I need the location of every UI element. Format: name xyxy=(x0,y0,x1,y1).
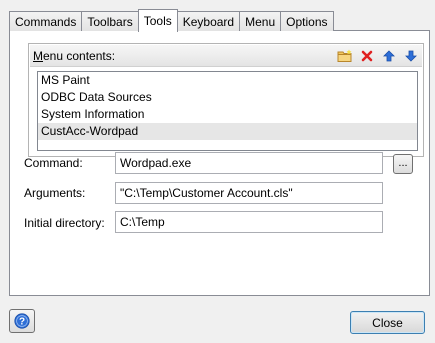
delete-icon xyxy=(361,50,373,61)
tab-options[interactable]: Options xyxy=(280,11,334,31)
new-folder-icon xyxy=(337,49,352,62)
move-up-icon xyxy=(383,49,395,61)
menu-contents-header: Menu contents: xyxy=(30,45,422,67)
list-item[interactable]: ODBC Data Sources xyxy=(38,89,417,106)
tab-tools[interactable]: Tools xyxy=(137,9,178,32)
browse-button[interactable]: ... xyxy=(393,154,413,174)
initial-directory-label: Initial directory: xyxy=(24,216,105,230)
arguments-field[interactable]: "C:\Temp\Customer Account.cls" xyxy=(115,182,383,204)
move-down-icon xyxy=(405,50,417,62)
delete-button[interactable] xyxy=(356,46,378,66)
command-field[interactable]: Wordpad.exe xyxy=(115,152,383,174)
initial-directory-field[interactable]: C:\Temp xyxy=(115,211,383,233)
svg-text:?: ? xyxy=(19,317,25,328)
list-item-selected[interactable]: CustAcc-Wordpad xyxy=(38,123,417,140)
move-down-button[interactable] xyxy=(400,46,422,66)
tab-toolbars[interactable]: Toolbars xyxy=(81,11,139,31)
menu-contents-title: Menu contents: xyxy=(33,48,116,63)
menu-contents-list[interactable]: MS Paint ODBC Data Sources System Inform… xyxy=(37,71,418,151)
help-button[interactable]: ? xyxy=(9,309,35,333)
command-label: Command: xyxy=(24,156,83,170)
arguments-label: Arguments: xyxy=(24,186,86,200)
tools-tab-panel: Menu contents: MS Paint ODBC Data Source… xyxy=(9,30,430,296)
list-item[interactable]: MS Paint xyxy=(38,72,417,89)
tab-keyboard[interactable]: Keyboard xyxy=(176,11,241,31)
tab-strip: Commands Toolbars Tools Keyboard Menu Op… xyxy=(9,9,334,32)
tab-commands[interactable]: Commands xyxy=(9,11,83,31)
tab-menu[interactable]: Menu xyxy=(239,11,282,31)
list-item[interactable]: System Information xyxy=(38,106,417,123)
new-folder-button[interactable] xyxy=(334,46,356,66)
move-up-button[interactable] xyxy=(378,46,400,66)
menu-contents-group: Menu contents: MS Paint ODBC Data Source… xyxy=(28,43,424,157)
close-button[interactable]: Close xyxy=(350,311,425,334)
customize-dialog: Commands Toolbars Tools Keyboard Menu Op… xyxy=(0,0,435,343)
help-icon: ? xyxy=(14,313,30,329)
